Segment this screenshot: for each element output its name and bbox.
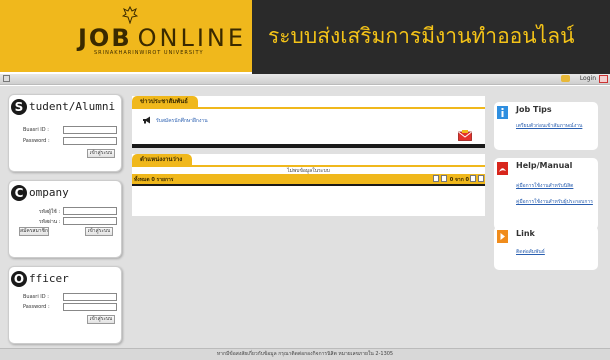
logo-word-job: JOB [78,24,132,52]
officer-login-box: O fficer Buasri ID : Password : เข้าสู่ร… [8,266,122,344]
logo-subtitle: SRINAKHARINWIROT UNIVERSITY [94,50,204,56]
key-icon [561,75,570,82]
help-manual-box: Help/Manual คู่มือการใช้งานสำหรับนิสิต ค… [494,158,598,230]
student-password-label: Password : [23,138,50,144]
site-title: ระบบส่งเสริมการมีงานทำออนไลน์ [268,24,575,48]
prev-page-icon[interactable] [441,175,447,182]
logo-word-online: ONLINE [137,24,247,52]
contact-link[interactable]: ติดต่อสัมพันธ์ [516,248,545,256]
jobs-pager-bar: ทั้งหมด 0 รายการ 0 จาก 0 [132,174,485,184]
officer-password-row: Password : [23,303,119,312]
link-title: Link [516,229,535,238]
student-login-box: S tudent/Alumni Buasri ID : Password : เ… [8,94,122,172]
content-area: S tudent/Alumni Buasri ID : Password : เ… [0,86,610,348]
logo[interactable]: JOB ONLINE SRINAKHARINWIROT UNIVERSITY [0,0,252,74]
jobs-page-count: 0 จาก 0 [449,177,469,183]
company-manual-link[interactable]: คู่มือการใช้งานสำหรับผู้ประกอบการ [516,198,593,206]
job-tips-box: Job Tips เตรียมตัวก่อนเข้าสัมภาษณ์งาน [494,102,598,150]
jobs-bottom-bar [132,184,485,186]
company-box-title: ompany [29,186,69,199]
exit-icon[interactable] [599,75,608,83]
student-id-label: Buasri ID : [23,127,49,133]
footer: หากมีข้อสงสัยเกี่ยวกับข้อมูล กรุณาติดต่อ… [0,348,610,360]
student-id-input[interactable] [63,126,117,134]
news-bottom-bar [132,144,485,148]
company-user-row: รหัสผู้ใช้ : [23,207,119,216]
header-banner: JOB ONLINE SRINAKHARINWIROT UNIVERSITY ระ… [0,0,610,74]
company-letter: C [11,185,27,201]
mail-icon[interactable] [458,130,472,141]
megaphone-icon [143,116,150,124]
company-user-input[interactable] [63,207,117,215]
page: JOB ONLINE SRINAKHARINWIROT UNIVERSITY ระ… [0,0,610,360]
officer-id-row: Buasri ID : [23,293,119,302]
info-icon [497,106,508,119]
news-tab[interactable]: ข่าวประชาสัมพันธ์ [132,96,198,107]
officer-password-input[interactable] [63,303,117,311]
student-id-row: Buasri ID : [23,126,119,135]
student-letter: S [11,99,27,115]
student-password-input[interactable] [63,137,117,145]
job-tips-title: Job Tips [516,105,552,114]
last-page-icon[interactable] [478,175,484,182]
window-icon [3,75,10,82]
company-user-label: รหัสผู้ใช้ : [39,209,61,215]
news-divider [132,107,485,109]
help-manual-title: Help/Manual [516,161,573,170]
company-login-box: C ompany รหัสผู้ใช้ : รหัสผ่าน : สมัครสม… [8,180,122,258]
student-password-row: Password : [23,137,119,146]
first-page-icon[interactable] [433,175,439,182]
next-page-icon[interactable] [470,175,476,182]
company-pass-label: รหัสผ่าน : [39,219,61,225]
officer-letter: O [11,271,27,287]
university-crest-icon [122,6,138,24]
company-register-button[interactable]: สมัครสมาชิก [19,227,49,236]
jobs-panel: ตำแหน่งงานว่าง ไม่พบข้อมูลในระบบ ทั้งหมด… [132,154,485,216]
officer-id-input[interactable] [63,293,117,301]
link-box: Link ติดต่อสัมพันธ์ [494,226,598,270]
logo-text: JOB ONLINE [78,24,246,52]
news-item-link[interactable]: รับสมัครนักศึกษาฝึกงาน [156,117,208,125]
student-login-button[interactable]: เข้าสู่ระบบ [87,149,115,158]
news-panel: ข่าวประชาสัมพันธ์ รับสมัครนักศึกษาฝึกงาน [132,96,485,148]
job-tips-link[interactable]: เตรียมตัวก่อนเข้าสัมภาษณ์งาน [516,122,582,130]
jobs-tab[interactable]: ตำแหน่งงานว่าง [132,154,193,165]
company-pass-input[interactable] [63,217,117,225]
top-toolbar: Login [0,74,610,85]
company-login-button[interactable]: เข้าสู่ระบบ [85,227,113,236]
officer-id-label: Buasri ID : [23,294,49,300]
student-manual-link[interactable]: คู่มือการใช้งานสำหรับนิสิต [516,182,573,190]
officer-login-button[interactable]: เข้าสู่ระบบ [87,315,115,324]
jobs-total-text: ทั้งหมด 0 รายการ [134,177,174,183]
login-link[interactable]: Login [580,75,596,82]
student-box-title: tudent/Alumni [29,100,116,113]
arrow-icon [497,230,508,243]
officer-password-label: Password : [23,304,50,310]
pdf-icon [497,162,508,175]
company-pass-row: รหัสผ่าน : [23,217,119,226]
officer-box-title: fficer [29,272,69,285]
